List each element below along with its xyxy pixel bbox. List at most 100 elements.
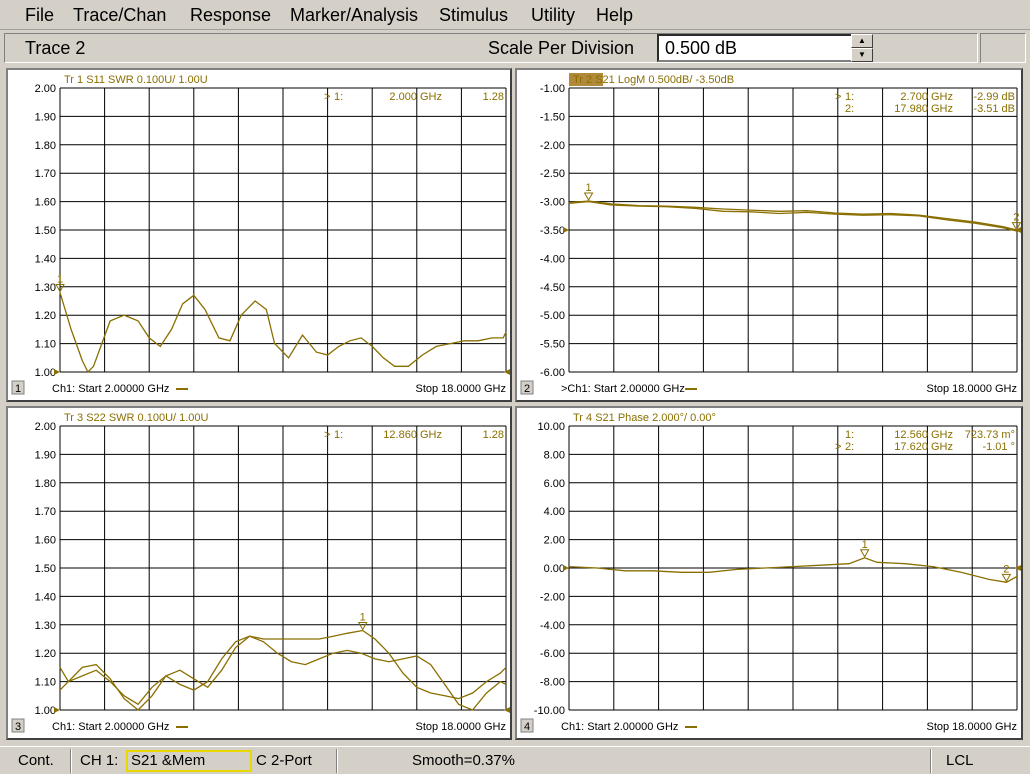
- y-tick-label: 4.00: [544, 506, 565, 518]
- y-tick-label: 1.30: [35, 620, 56, 632]
- trace-plot-4: Tr 4 S21 Phase 2.000°/ 0.00° 10.00 8.00 6.0…: [520, 412, 1021, 733]
- active-measurement-box[interactable]: S21 &Mem: [126, 750, 252, 772]
- y-tick-label: 1.60: [35, 535, 56, 547]
- reference-level-arrow: [563, 565, 569, 571]
- marker-readout-name: 2:: [845, 103, 854, 115]
- marker-readout-name: 1:: [845, 91, 854, 103]
- marker-triangle: [357, 621, 368, 631]
- spin-down-button[interactable]: ▼: [851, 48, 873, 62]
- y-tick-label: -10.00: [534, 705, 565, 717]
- y-tick-label: -3.50: [540, 225, 565, 237]
- triangle-up-icon: ▲: [858, 36, 866, 45]
- y-tick-label: 1.50: [35, 563, 56, 575]
- marker-label: 2: [1013, 212, 1019, 224]
- trace-window-1[interactable]: Tr 1 S11 SWR 0.100U/ 1.00U 2.00 1.90 1.80 1.…: [6, 68, 512, 402]
- trace-header: Tr 3 S22 SWR 0.100U/ 1.00U: [64, 412, 209, 424]
- footer-start-frequency: >Ch1: Start 2.00000 GHz: [561, 383, 685, 395]
- trace-header: Tr 1 S11 SWR 0.100U/ 1.00U: [64, 74, 208, 86]
- y-tick-label: 1.00: [35, 367, 56, 379]
- y-tick-label: 1.70: [35, 168, 56, 180]
- reference-level-arrow: [54, 707, 60, 713]
- active-trace-title: Trace 2: [25, 38, 86, 58]
- y-tick-label: -6.00: [540, 648, 565, 660]
- y-tick-label: 1.70: [35, 506, 56, 518]
- scale-per-division-input[interactable]: [657, 34, 853, 62]
- marker-readout-name: 1:: [334, 91, 343, 103]
- marker-readout-stimulus: 17.620 GHz: [894, 441, 953, 453]
- measurement-display: Tr 1 S11 SWR 0.100U/ 1.00U 2.00 1.90 1.80 1.…: [4, 66, 1026, 740]
- y-tick-label: -6.00: [540, 367, 565, 379]
- marker-active-arrow: >: [324, 429, 330, 441]
- y-tick-label: 1.80: [35, 140, 56, 152]
- y-tick-label: 6.00: [544, 478, 565, 490]
- menu-marker-analysis[interactable]: Marker/Analysis: [290, 5, 418, 26]
- y-tick-label: 8.00: [544, 449, 565, 461]
- reference-level-arrow-right: [504, 707, 510, 713]
- y-tick-label: -5.00: [540, 310, 565, 322]
- footer-start-frequency: Ch1: Start 2.00000 GHz: [52, 383, 169, 395]
- y-tick-label: 1.00: [35, 705, 56, 717]
- y-tick-label: -8.00: [540, 677, 565, 689]
- calibration-status[interactable]: C 2-Port: [256, 752, 312, 769]
- reference-level-arrow-right: [504, 369, 510, 375]
- menu-response[interactable]: Response: [190, 5, 271, 26]
- menu-trace-chan[interactable]: Trace/Chan: [73, 5, 166, 26]
- marker-label: 1: [57, 273, 63, 285]
- y-tick-label: 1.40: [35, 253, 56, 265]
- y-tick-label: -1.50: [540, 111, 565, 123]
- marker-label: 1: [862, 539, 868, 551]
- remote-local-status: LCL: [946, 752, 974, 769]
- y-tick-label: 1.20: [35, 310, 56, 322]
- y-tick-label: -4.00: [540, 253, 565, 265]
- sweep-mode-status[interactable]: Cont.: [18, 752, 54, 769]
- trace-plot-3: Tr 3 S22 SWR 0.100U/ 1.00U 2.00 1.90 1.80 1.…: [11, 412, 510, 733]
- y-tick-label: 1.40: [35, 591, 56, 603]
- footer-start-frequency: Ch1: Start 2.00000 GHz: [561, 721, 678, 733]
- spin-up-button[interactable]: ▲: [851, 34, 873, 48]
- footer-stop-frequency: Stop 18.0000 GHz: [415, 383, 506, 395]
- marker-readout-name: 2:: [845, 441, 854, 453]
- status-divider: [336, 749, 338, 773]
- marker-readout-name: 1:: [334, 429, 343, 441]
- scale-spinner: ▲ ▼: [851, 34, 873, 62]
- marker-label: 1: [360, 611, 366, 623]
- trace-window-3[interactable]: Tr 3 S22 SWR 0.100U/ 1.00U 2.00 1.90 1.80 1.…: [6, 406, 512, 740]
- trace-window-2[interactable]: Tr 2 S21 LogM 0.500dB/ -3.50dB -1.00 -1.50…: [515, 68, 1023, 402]
- marker-readout-stimulus: 2.700 GHz: [900, 91, 953, 103]
- trace-header: Tr 4 S21 Phase 2.000°/ 0.00°: [573, 412, 716, 424]
- marker-readout-response: 1.28: [483, 429, 504, 441]
- marker-readout-stimulus: 12.860 GHz: [383, 429, 442, 441]
- trace-plot-2: Tr 2 S21 LogM 0.500dB/ -3.50dB -1.00 -1.50…: [520, 73, 1021, 395]
- marker-label: 2: [1003, 563, 1009, 575]
- y-tick-label: 1.50: [35, 225, 56, 237]
- status-bar: Cont. CH 1: S21 &Mem C 2-Port Smooth=0.3…: [0, 746, 1030, 774]
- status-divider: [930, 749, 932, 773]
- y-tick-label: -2.00: [540, 591, 565, 603]
- marker-readout-response: 1.28: [483, 91, 504, 103]
- menu-file[interactable]: File: [25, 5, 54, 26]
- trace-plot-1: Tr 1 S11 SWR 0.100U/ 1.00U 2.00 1.90 1.80 1.…: [11, 74, 510, 395]
- y-tick-label: 10.00: [537, 421, 565, 433]
- trace-window-4[interactable]: Tr 4 S21 Phase 2.000°/ 0.00° 10.00 8.00 6.0…: [515, 406, 1023, 740]
- menu-help[interactable]: Help: [596, 5, 633, 26]
- y-tick-label: 1.30: [35, 282, 56, 294]
- smoothing-status[interactable]: Smooth=0.37%: [412, 752, 515, 769]
- y-tick-label: 1.10: [35, 339, 56, 351]
- window-number: 1: [15, 383, 21, 395]
- menu-stimulus[interactable]: Stimulus: [439, 5, 508, 26]
- reference-level-arrow: [563, 227, 569, 233]
- marker-readout-stimulus: 12.560 GHz: [894, 429, 953, 441]
- marker-readout-response: 723.73 m°: [965, 429, 1015, 441]
- marker-readout-stimulus: 17.980 GHz: [894, 103, 953, 115]
- marker-readout-response: -3.51 dB: [973, 103, 1015, 115]
- active-measurement-status: S21 &Mem: [131, 752, 206, 769]
- menu-utility[interactable]: Utility: [531, 5, 575, 26]
- marker-readout-response: -2.99 dB: [973, 91, 1015, 103]
- marker-triangle: [859, 549, 870, 558]
- active-channel-status[interactable]: CH 1:: [80, 752, 118, 769]
- y-tick-label: 1.80: [35, 478, 56, 490]
- y-tick-label: 1.10: [35, 677, 56, 689]
- y-tick-label: -2.50: [540, 168, 565, 180]
- y-tick-label: -5.50: [540, 339, 565, 351]
- triangle-down-icon: ▼: [858, 50, 866, 59]
